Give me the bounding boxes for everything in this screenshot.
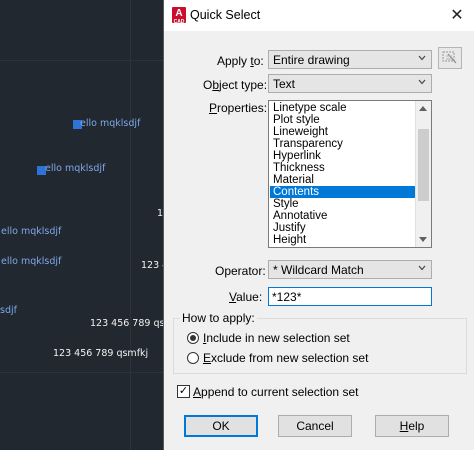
- quick-select-dialog: A CAD Quick Select ✕ Apply to: Entire dr…: [163, 0, 474, 450]
- grid-line: [130, 0, 131, 450]
- cancel-button[interactable]: Cancel: [278, 415, 352, 437]
- value-label: Value:: [229, 290, 263, 304]
- property-item[interactable]: Linetype scale: [270, 102, 416, 114]
- autocad-app-icon: A CAD: [172, 7, 186, 25]
- operator-dropdown[interactable]: * Wildcard Match: [268, 260, 432, 279]
- object-type-label: Object type:: [203, 78, 268, 92]
- append-checkbox[interactable]: ✓: [177, 385, 190, 398]
- exclude-radio[interactable]: [187, 352, 199, 364]
- title-bar[interactable]: A CAD Quick Select ✕: [164, 0, 474, 31]
- ok-button[interactable]: OK: [184, 415, 258, 437]
- property-item[interactable]: Transparency: [270, 138, 416, 150]
- dialog-title: Quick Select: [190, 8, 261, 22]
- exclude-label[interactable]: Exclude from new selection set: [203, 351, 368, 365]
- property-item[interactable]: Material: [270, 174, 416, 186]
- scrollbar-thumb[interactable]: [418, 129, 429, 201]
- property-item[interactable]: Height: [270, 234, 416, 246]
- property-item[interactable]: Style: [270, 198, 416, 210]
- cad-text-item[interactable]: 123 4: [141, 260, 164, 271]
- cad-text-item[interactable]: ello mqklsdjf: [45, 163, 105, 174]
- apply-to-dropdown[interactable]: Entire drawing: [268, 50, 432, 69]
- object-type-dropdown[interactable]: Text: [268, 74, 432, 93]
- chevron-down-icon: [418, 265, 426, 271]
- app-icon-sub: CAD: [173, 19, 185, 25]
- close-button[interactable]: ✕: [447, 6, 467, 26]
- value-text: *123*: [272, 290, 302, 304]
- operator-value: * Wildcard Match: [273, 263, 364, 277]
- property-item[interactable]: Justify: [270, 222, 416, 234]
- scroll-up-icon[interactable]: [419, 106, 427, 111]
- cad-text-item[interactable]: ello mqklsdjf: [80, 118, 140, 129]
- cad-text-item[interactable]: ello mqklsdjf: [1, 256, 61, 267]
- checkmark-icon: ✓: [178, 385, 189, 397]
- cad-text-item[interactable]: ello mqklsdjf: [1, 226, 61, 237]
- value-input[interactable]: *123*: [268, 287, 432, 306]
- how-to-apply-legend: How to apply:: [180, 311, 257, 325]
- properties-label: Properties:: [209, 101, 268, 115]
- property-item[interactable]: Annotative: [270, 210, 416, 222]
- property-item[interactable]: Plot style: [270, 114, 416, 126]
- property-item[interactable]: Contents: [270, 186, 416, 198]
- include-radio[interactable]: [187, 332, 199, 344]
- drawing-canvas[interactable]: ello mqklsdjf ello mqklsdjf 1 ello mqkls…: [0, 0, 164, 450]
- append-label[interactable]: Append to current selection set: [193, 385, 358, 399]
- properties-listbox[interactable]: Linetype scale Plot style Lineweight Transp…: [268, 100, 432, 248]
- select-objects-icon: [442, 51, 457, 64]
- property-item[interactable]: Lineweight: [270, 126, 416, 138]
- operator-label: Operator:: [215, 264, 266, 278]
- how-to-apply-group: [173, 318, 467, 374]
- scroll-down-icon[interactable]: [419, 237, 427, 242]
- cad-text-item[interactable]: 123 456 789 qsm: [90, 318, 164, 329]
- property-item[interactable]: Hyperlink: [270, 150, 416, 162]
- radio-dot: [190, 335, 196, 341]
- object-type-value: Text: [273, 77, 296, 91]
- apply-to-label: Apply to:: [217, 54, 264, 68]
- cad-text-item[interactable]: 123 456 789 qsmfkj: [53, 348, 148, 359]
- chevron-down-icon: [418, 55, 426, 61]
- include-label[interactable]: Include in new selection set: [203, 331, 350, 345]
- apply-to-value: Entire drawing: [273, 53, 350, 67]
- chevron-down-icon: [418, 79, 426, 85]
- select-objects-button[interactable]: [438, 47, 462, 69]
- close-icon: ✕: [450, 7, 464, 24]
- grid-line: [0, 372, 164, 373]
- grid-line: [0, 60, 164, 61]
- property-item[interactable]: Thickness: [270, 162, 416, 174]
- help-button[interactable]: Help: [375, 415, 449, 437]
- cad-text-item[interactable]: sdjf: [0, 305, 17, 316]
- properties-scrollbar[interactable]: [415, 101, 431, 247]
